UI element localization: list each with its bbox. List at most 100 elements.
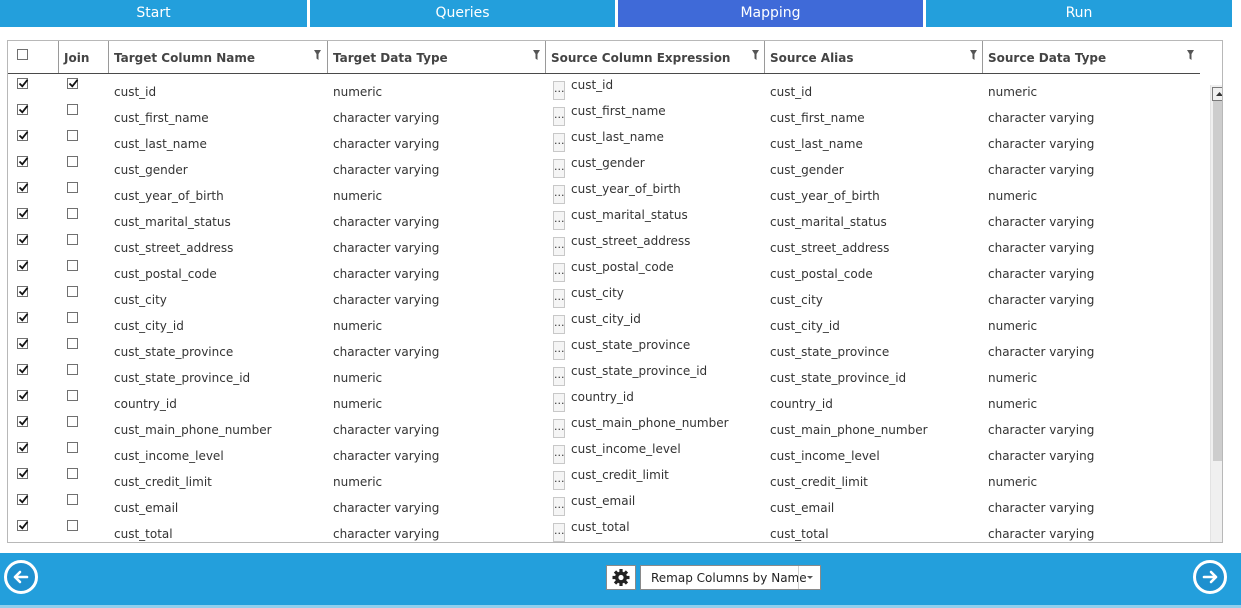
- join-checkbox[interactable]: [67, 234, 78, 245]
- tab-start[interactable]: Start: [0, 0, 307, 27]
- source-expression-cell[interactable]: cust_city: [571, 280, 761, 306]
- header-target-column-name[interactable]: Target Column Name: [109, 41, 328, 73]
- expression-editor-button[interactable]: ...: [553, 107, 565, 126]
- join-checkbox[interactable]: [67, 78, 79, 89]
- expression-editor-button[interactable]: ...: [553, 523, 565, 542]
- tab-queries[interactable]: Queries: [310, 0, 615, 27]
- scrollbar-thumb[interactable]: [1213, 101, 1222, 461]
- source-alias-cell[interactable]: cust_total: [770, 521, 980, 542]
- select-all-checkbox[interactable]: [17, 49, 28, 60]
- join-checkbox[interactable]: [67, 156, 78, 167]
- join-checkbox[interactable]: [67, 104, 78, 115]
- row-select-checkbox[interactable]: [17, 494, 29, 505]
- filter-icon[interactable]: [1187, 50, 1194, 60]
- row-select-checkbox[interactable]: [17, 520, 29, 531]
- filter-icon[interactable]: [970, 50, 977, 60]
- join-checkbox[interactable]: [67, 468, 78, 479]
- source-expression-cell[interactable]: cust_email: [571, 488, 761, 514]
- row-select-checkbox[interactable]: [17, 130, 29, 141]
- join-checkbox[interactable]: [67, 286, 78, 297]
- source-expression-cell[interactable]: cust_city_id: [571, 306, 761, 332]
- row-select-checkbox[interactable]: [17, 260, 29, 271]
- expression-editor-button[interactable]: ...: [553, 419, 565, 438]
- dropdown-toggle[interactable]: [798, 566, 821, 589]
- source-expression-cell[interactable]: cust_last_name: [571, 124, 761, 150]
- join-checkbox[interactable]: [67, 442, 78, 453]
- join-checkbox[interactable]: [67, 494, 78, 505]
- expression-editor-button[interactable]: ...: [553, 393, 565, 412]
- expression-editor-button[interactable]: ...: [553, 133, 565, 152]
- source-expression-cell[interactable]: cust_state_province_id: [571, 358, 761, 384]
- source-data-type-cell[interactable]: character varying: [988, 521, 1198, 542]
- expression-editor-button[interactable]: ...: [553, 211, 565, 230]
- scroll-up-button[interactable]: [1212, 87, 1222, 101]
- source-expression-cell[interactable]: cust_total: [571, 514, 761, 540]
- vertical-scrollbar[interactable]: [1210, 85, 1222, 542]
- join-checkbox[interactable]: [67, 390, 78, 401]
- header-join[interactable]: Join: [59, 41, 109, 73]
- row-select-checkbox[interactable]: [17, 234, 29, 245]
- row-select-checkbox[interactable]: [17, 416, 29, 427]
- expression-editor-button[interactable]: ...: [553, 263, 565, 282]
- row-select-checkbox[interactable]: [17, 78, 29, 89]
- join-checkbox[interactable]: [67, 364, 78, 375]
- source-expression-cell[interactable]: cust_postal_code: [571, 254, 761, 280]
- header-source-data-type[interactable]: Source Data Type: [983, 41, 1200, 73]
- expression-editor-button[interactable]: ...: [553, 497, 565, 516]
- table-row[interactable]: cust_total character varying... cust_total…: [8, 514, 1200, 542]
- tab-mapping[interactable]: Mapping: [618, 0, 923, 27]
- join-checkbox[interactable]: [67, 260, 78, 271]
- target-data-type-cell[interactable]: character varying: [333, 521, 543, 542]
- source-expression-cell[interactable]: cust_id: [571, 72, 761, 98]
- row-select-checkbox[interactable]: [17, 182, 29, 193]
- join-checkbox[interactable]: [67, 182, 78, 193]
- source-expression-cell[interactable]: cust_state_province: [571, 332, 761, 358]
- expression-editor-button[interactable]: ...: [553, 185, 565, 204]
- row-select-checkbox[interactable]: [17, 468, 29, 479]
- filter-icon[interactable]: [752, 50, 759, 60]
- join-checkbox[interactable]: [67, 312, 78, 323]
- source-expression-cell[interactable]: cust_street_address: [571, 228, 761, 254]
- source-expression-cell[interactable]: cust_credit_limit: [571, 462, 761, 488]
- settings-button[interactable]: [606, 565, 636, 590]
- tab-run[interactable]: Run: [926, 0, 1232, 27]
- row-select-checkbox[interactable]: [17, 104, 29, 115]
- target-column-name-cell[interactable]: cust_total: [114, 521, 324, 542]
- expression-editor-button[interactable]: ...: [553, 471, 565, 490]
- row-select-checkbox[interactable]: [17, 208, 29, 219]
- filter-icon[interactable]: [314, 50, 321, 60]
- source-expression-cell[interactable]: cust_income_level: [571, 436, 761, 462]
- header-source-column-expression[interactable]: Source Column Expression: [546, 41, 765, 73]
- expression-editor-button[interactable]: ...: [553, 367, 565, 386]
- next-button[interactable]: [1193, 560, 1227, 594]
- header-target-data-type[interactable]: Target Data Type: [328, 41, 546, 73]
- row-select-checkbox[interactable]: [17, 286, 29, 297]
- source-expression-cell[interactable]: cust_main_phone_number: [571, 410, 761, 436]
- expression-editor-button[interactable]: ...: [553, 341, 565, 360]
- join-checkbox[interactable]: [67, 208, 78, 219]
- row-select-checkbox[interactable]: [17, 390, 29, 401]
- row-select-checkbox[interactable]: [17, 156, 29, 167]
- row-select-checkbox[interactable]: [17, 312, 29, 323]
- row-select-checkbox[interactable]: [17, 364, 29, 375]
- source-expression-cell[interactable]: cust_gender: [571, 150, 761, 176]
- source-expression-cell[interactable]: cust_marital_status: [571, 202, 761, 228]
- expression-editor-button[interactable]: ...: [553, 237, 565, 256]
- join-checkbox[interactable]: [67, 338, 78, 349]
- header-source-alias[interactable]: Source Alias: [765, 41, 983, 73]
- expression-editor-button[interactable]: ...: [553, 159, 565, 178]
- expression-editor-button[interactable]: ...: [553, 445, 565, 464]
- join-checkbox[interactable]: [67, 520, 78, 531]
- remap-columns-dropdown[interactable]: Remap Columns by Name: [640, 565, 821, 590]
- row-select-checkbox[interactable]: [17, 338, 29, 349]
- expression-editor-button[interactable]: ...: [553, 315, 565, 334]
- back-button[interactable]: [4, 560, 38, 594]
- source-expression-cell[interactable]: cust_year_of_birth: [571, 176, 761, 202]
- expression-editor-button[interactable]: ...: [553, 289, 565, 308]
- source-expression-cell[interactable]: cust_first_name: [571, 98, 761, 124]
- source-expression-cell[interactable]: country_id: [571, 384, 761, 410]
- join-checkbox[interactable]: [67, 416, 78, 427]
- row-select-checkbox[interactable]: [17, 442, 29, 453]
- filter-icon[interactable]: [533, 50, 540, 60]
- expression-editor-button[interactable]: ...: [553, 81, 565, 100]
